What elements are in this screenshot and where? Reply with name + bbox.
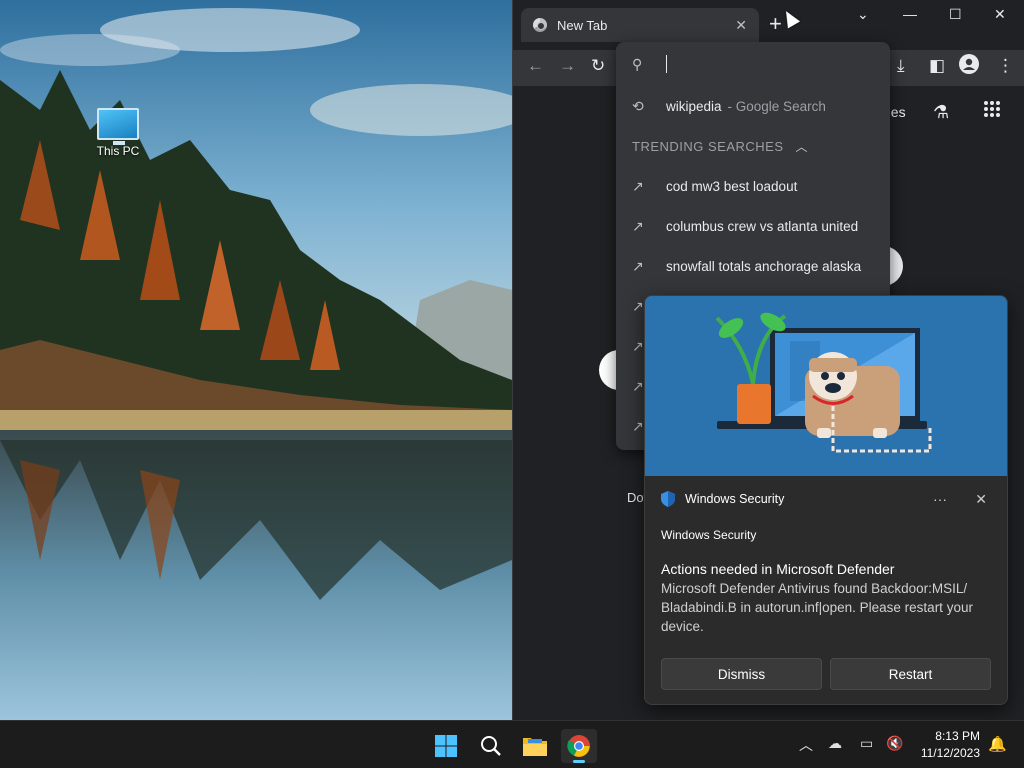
omnibox-input[interactable]: ⚲ (616, 42, 890, 86)
apps-grid-icon[interactable] (983, 100, 1001, 123)
notification-header: Windows Security ··· ✕ (645, 476, 1007, 522)
clock-time: 8:13 PM (935, 729, 980, 743)
tab-search-icon[interactable]: ⌄ (857, 6, 869, 23)
notification-illustration (645, 296, 1007, 476)
volume-muted-icon[interactable]: 🔇 (886, 735, 903, 752)
taskbar: ︿ ☁ ▭ 🔇 8:13 PM 11/12/2023 🔔 (0, 720, 1024, 768)
chrome-taskbar-button[interactable] (561, 729, 597, 763)
tab-close-icon[interactable]: ✕ (735, 17, 747, 34)
shield-icon (661, 491, 675, 507)
show-hidden-icons-icon[interactable]: ︿ (799, 735, 813, 755)
trending-heading-label: TRENDING SEARCHES (632, 138, 784, 154)
monitor-icon (97, 108, 139, 145)
trending-text: columbus crew vs atlanta united (666, 218, 859, 234)
trending-text: snowfall totals anchorage alaska (666, 258, 862, 274)
desktop-icon-this-pc[interactable]: This PC (88, 108, 148, 158)
trending-icon: ↗ (632, 257, 644, 274)
suggestion-text: wikipedia (666, 98, 722, 114)
minimize-icon[interactable]: — (903, 6, 917, 22)
reload-icon[interactable]: ↻ (591, 56, 605, 76)
close-window-icon[interactable]: ✕ (994, 6, 1006, 23)
restart-button[interactable]: Restart (830, 658, 991, 690)
network-icon[interactable]: ▭ (860, 735, 873, 752)
close-icon[interactable]: ✕ (975, 491, 987, 508)
labs-icon[interactable]: ⚗ (933, 102, 949, 123)
security-notification: Windows Security ··· ✕ Windows Security … (644, 295, 1008, 705)
trending-icon: ↗ (632, 217, 644, 234)
back-icon[interactable]: ← (527, 56, 544, 76)
mouse-cursor-icon (779, 7, 801, 29)
notification-body: Microsoft Defender Antivirus found Backd… (661, 581, 973, 634)
notification-title: Actions needed in Microsoft Defender (661, 561, 895, 577)
more-options-icon[interactable]: ··· (933, 491, 947, 507)
trending-text: cod mw3 best loadout (666, 178, 798, 194)
system-clock[interactable]: 8:13 PM 11/12/2023 (921, 728, 980, 762)
dismiss-button[interactable]: Dismiss (661, 658, 822, 690)
tab-new-tab[interactable]: New Tab ✕ (521, 8, 759, 42)
chevron-up-icon[interactable]: ︿ (796, 138, 809, 155)
start-button[interactable] (428, 729, 464, 763)
text-caret (666, 55, 667, 73)
clock-date: 11/12/2023 (920, 746, 980, 760)
tab-title: New Tab (557, 17, 608, 33)
chrome-icon (533, 18, 547, 32)
suggestion-history[interactable]: ⟲ wikipedia - Google Search (616, 86, 890, 126)
search-button[interactable] (473, 729, 509, 763)
notification-app-name: Windows Security (661, 528, 757, 542)
forward-icon[interactable]: → (559, 56, 576, 76)
trending-item[interactable]: ↗ columbus crew vs atlanta united (616, 206, 890, 246)
notification-bell-icon[interactable]: 🔔 (988, 735, 1007, 753)
profile-avatar-icon[interactable] (959, 54, 979, 79)
chrome-icon (567, 735, 590, 757)
cloud-offline-icon[interactable]: ☁ (828, 735, 842, 752)
side-panel-icon[interactable]: ◧ (929, 56, 945, 76)
maximize-icon[interactable]: ☐ (949, 6, 962, 23)
trending-item[interactable]: ↗ cod mw3 best loadout (616, 166, 890, 206)
search-icon (481, 736, 501, 756)
menu-icon[interactable]: ⋮ (997, 56, 1014, 76)
suggestion-suffix: - Google Search (727, 98, 826, 114)
desktop-icon-label: This PC (96, 144, 140, 158)
search-icon: ⚲ (632, 55, 643, 72)
history-icon: ⟲ (632, 97, 644, 114)
download-icon[interactable]: ⤓ (897, 56, 905, 76)
trending-icon: ↗ (632, 177, 644, 194)
notification-actions: Dismiss Restart (661, 658, 991, 690)
trending-item[interactable]: ↗ snowfall totals anchorage alaska (616, 246, 890, 286)
folder-icon (523, 738, 547, 756)
notification-source: Windows Security (685, 492, 785, 506)
trending-heading[interactable]: TRENDING SEARCHES ︿ (616, 126, 890, 166)
windows-logo-icon (435, 735, 457, 757)
file-explorer-button[interactable] (517, 729, 553, 763)
